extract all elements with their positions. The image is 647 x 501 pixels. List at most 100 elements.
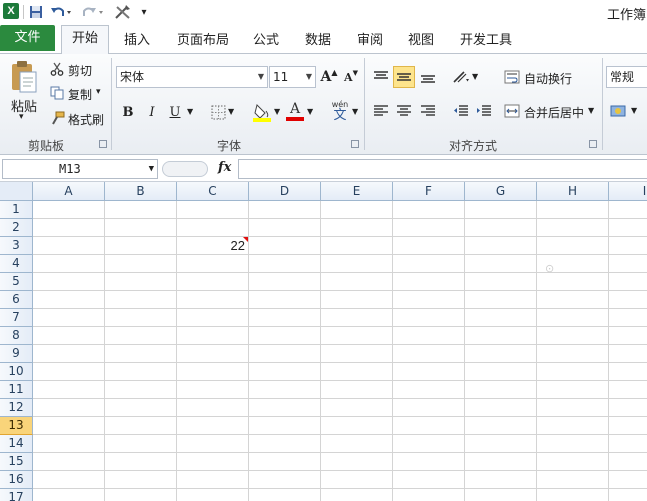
- row-header-7[interactable]: 7: [0, 309, 33, 327]
- tab-developer[interactable]: 开发工具: [460, 29, 512, 48]
- column-header-G[interactable]: G: [465, 182, 537, 201]
- tab-file[interactable]: 文件: [0, 25, 55, 51]
- merge-center-button[interactable]: 合并后居中: [524, 104, 584, 121]
- column-header-E[interactable]: E: [321, 182, 393, 201]
- grid-row-line: [33, 434, 647, 435]
- shrink-font-button[interactable]: A ▼: [340, 66, 362, 88]
- row-header-6[interactable]: 6: [0, 291, 33, 309]
- tab-view[interactable]: 视图: [408, 29, 434, 48]
- phonetic-dropdown-icon[interactable]: ▼: [352, 107, 358, 116]
- row-header-12[interactable]: 12: [0, 399, 33, 417]
- increase-indent-button[interactable]: [473, 100, 495, 122]
- row-header-2[interactable]: 2: [0, 219, 33, 237]
- formula-bar-handle[interactable]: [162, 161, 208, 177]
- accounting-format-icon[interactable]: [609, 102, 629, 120]
- merge-center-icon[interactable]: [503, 102, 521, 120]
- row-header-11[interactable]: 11: [0, 381, 33, 399]
- font-color-button[interactable]: A: [285, 99, 305, 123]
- copy-button[interactable]: 复制: [68, 86, 92, 103]
- align-left-button[interactable]: [370, 100, 392, 122]
- row-header-15[interactable]: 15: [0, 453, 33, 471]
- bold-button[interactable]: B: [117, 101, 139, 123]
- merge-dropdown-icon[interactable]: ▼: [588, 106, 594, 115]
- italic-button[interactable]: I: [141, 101, 163, 123]
- tab-insert[interactable]: 插入: [124, 29, 150, 48]
- orientation-button[interactable]: [450, 66, 472, 88]
- wrap-text-icon[interactable]: [503, 68, 521, 86]
- grow-font-button[interactable]: A ▲: [318, 66, 340, 88]
- fill-color-dropdown-icon[interactable]: ▼: [274, 107, 280, 116]
- customize-qa-icon[interactable]: ▾: [138, 3, 150, 21]
- row-header-3[interactable]: 3: [0, 237, 33, 255]
- select-all-corner[interactable]: [0, 182, 33, 201]
- row-header-4[interactable]: 4: [0, 255, 33, 273]
- column-header-A[interactable]: A: [33, 182, 105, 201]
- scissors-icon[interactable]: [49, 61, 65, 77]
- column-header-F[interactable]: F: [393, 182, 465, 201]
- align-bottom-button[interactable]: [417, 66, 439, 88]
- row-header-9[interactable]: 9: [0, 345, 33, 363]
- align-middle-button[interactable]: [393, 66, 415, 88]
- tab-page-layout[interactable]: 页面布局: [177, 29, 229, 48]
- row-header-5[interactable]: 5: [0, 273, 33, 291]
- accounting-dropdown-icon[interactable]: ▼: [631, 106, 637, 115]
- row-header-17[interactable]: 17: [0, 489, 33, 501]
- column-header-I[interactable]: I: [609, 182, 647, 201]
- column-header-H[interactable]: H: [537, 182, 609, 201]
- watermark: ⊙: [545, 262, 555, 275]
- window-title: 工作簿1: [607, 8, 647, 23]
- row-header-14[interactable]: 14: [0, 435, 33, 453]
- align-right-button[interactable]: [417, 100, 439, 122]
- font-name-select[interactable]: 宋体 ▼: [116, 66, 268, 88]
- insert-function-icon[interactable]: fx: [218, 160, 231, 175]
- wrap-text-button[interactable]: 自动换行: [524, 70, 572, 87]
- save-icon[interactable]: [27, 3, 45, 21]
- row-header-10[interactable]: 10: [0, 363, 33, 381]
- formula-bar: M13 ▼ fx: [0, 156, 647, 182]
- align-top-button[interactable]: [370, 66, 392, 88]
- orientation-dropdown-icon[interactable]: ▼: [472, 72, 478, 81]
- tab-data[interactable]: 数据: [305, 29, 331, 48]
- row-header-8[interactable]: 8: [0, 327, 33, 345]
- redo-icon[interactable]: [80, 3, 106, 21]
- copy-icon[interactable]: [49, 85, 65, 101]
- paste-button[interactable]: 粘贴: [11, 96, 37, 115]
- decrease-indent-button[interactable]: [450, 100, 472, 122]
- row-header-13[interactable]: 13: [0, 417, 33, 435]
- column-header-C[interactable]: C: [177, 182, 249, 201]
- formula-input[interactable]: [238, 159, 647, 179]
- row-header-16[interactable]: 16: [0, 471, 33, 489]
- column-header-D[interactable]: D: [249, 182, 321, 201]
- alignment-launcher-icon[interactable]: [589, 140, 597, 148]
- align-center-button[interactable]: [393, 100, 415, 122]
- undo-icon[interactable]: [48, 3, 74, 21]
- name-box[interactable]: M13 ▼: [2, 159, 158, 179]
- font-launcher-icon[interactable]: [351, 140, 359, 148]
- align-left-icon: [374, 105, 388, 116]
- row-header-1[interactable]: 1: [0, 201, 33, 219]
- copy-dropdown-icon[interactable]: ▾: [96, 87, 101, 97]
- border-dropdown-icon[interactable]: ▼: [228, 107, 234, 116]
- paste-icon[interactable]: [9, 59, 39, 95]
- tab-formulas[interactable]: 公式: [253, 29, 279, 48]
- cut-button[interactable]: 剪切: [68, 62, 92, 79]
- underline-button[interactable]: U: [164, 101, 186, 123]
- comment-indicator-icon[interactable]: [243, 237, 248, 242]
- phonetic-guide-button[interactable]: wén 文: [328, 98, 352, 124]
- format-painter-button[interactable]: 格式刷: [68, 111, 104, 128]
- column-header-B[interactable]: B: [105, 182, 177, 201]
- number-format-select[interactable]: 常规: [606, 66, 647, 88]
- paste-dropdown-icon[interactable]: ▾: [19, 112, 24, 122]
- tab-home[interactable]: 开始: [61, 25, 109, 54]
- underline-dropdown-icon[interactable]: ▼: [187, 107, 193, 116]
- border-icon[interactable]: [209, 102, 227, 122]
- worksheet-grid[interactable]: A B C D E F G H I 1 2 3 4 5 6 7 8 9 10 11 12 13 14 15 16 17 22: [0, 182, 647, 501]
- font-color-dropdown-icon[interactable]: ▼: [307, 107, 313, 116]
- clipboard-launcher-icon[interactable]: [99, 140, 107, 148]
- tools-icon[interactable]: [112, 3, 134, 21]
- fill-color-icon[interactable]: [251, 101, 273, 123]
- format-painter-icon[interactable]: [49, 110, 65, 126]
- cell-c3[interactable]: 22: [177, 238, 245, 253]
- font-size-select[interactable]: 11 ▼: [269, 66, 316, 88]
- tab-review[interactable]: 审阅: [357, 29, 383, 48]
